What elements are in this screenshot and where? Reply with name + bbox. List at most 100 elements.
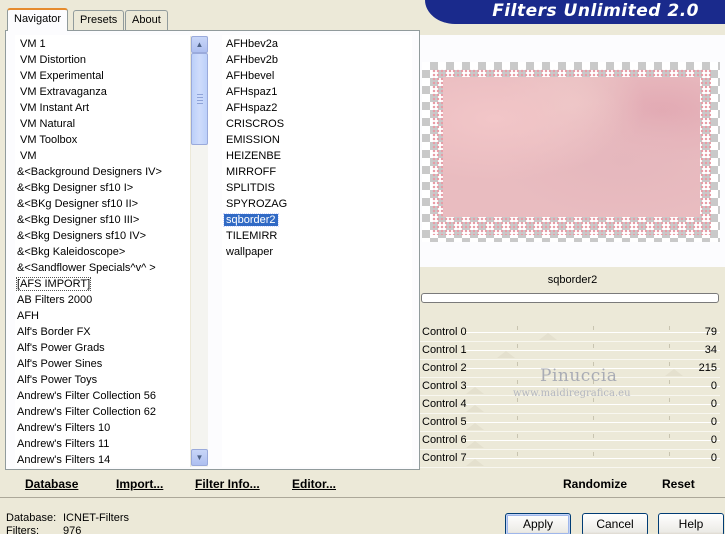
slider-tick bbox=[669, 434, 671, 438]
database-button[interactable]: Database bbox=[25, 477, 78, 491]
category-item[interactable]: Alf's Power Sines bbox=[15, 356, 190, 372]
control-slider-thumb[interactable] bbox=[466, 387, 484, 394]
category-item[interactable]: &<Bkg Designer sf10 I> bbox=[15, 180, 190, 196]
category-item[interactable]: Andrew's Filters 14 bbox=[15, 452, 190, 467]
category-item[interactable]: Andrew's Filter Collection 56 bbox=[15, 388, 190, 404]
filter-item[interactable]: HEIZENBE bbox=[222, 148, 412, 164]
category-item[interactable]: Andrew's Filters 10 bbox=[15, 420, 190, 436]
category-item-label: &<BKg Designer sf10 II> bbox=[17, 198, 139, 210]
randomize-button[interactable]: Randomize bbox=[563, 477, 627, 491]
control-value: 0 bbox=[710, 434, 717, 446]
category-item[interactable]: &<Bkg Designer sf10 III> bbox=[15, 212, 190, 228]
filter-item[interactable]: sqborder2 bbox=[222, 212, 412, 228]
control-slider-thumb[interactable] bbox=[466, 405, 484, 412]
category-item-label: Andrew's Filters 10 bbox=[17, 422, 111, 434]
category-item[interactable]: VM Experimental bbox=[15, 68, 190, 84]
category-item-label: AFH bbox=[17, 310, 39, 322]
filter-item-label: AFHbevel bbox=[226, 70, 275, 82]
category-item[interactable]: VM 1 bbox=[15, 36, 190, 52]
category-item[interactable]: VM bbox=[15, 148, 190, 164]
help-button[interactable]: Help bbox=[658, 513, 724, 534]
control-slider-thumb[interactable] bbox=[466, 441, 484, 448]
category-item[interactable]: Alf's Border FX bbox=[15, 324, 190, 340]
category-item[interactable]: VM Toolbox bbox=[15, 132, 190, 148]
filter-item[interactable]: SPLITDIS bbox=[222, 180, 412, 196]
control-slider-track[interactable] bbox=[466, 404, 720, 405]
control-value: 79 bbox=[704, 326, 717, 338]
filter-item[interactable]: AFHspaz1 bbox=[222, 84, 412, 100]
category-item[interactable]: Alf's Power Grads bbox=[15, 340, 190, 356]
apply-button[interactable]: Apply bbox=[505, 513, 571, 534]
filter-item[interactable]: CRISCROS bbox=[222, 116, 412, 132]
category-item[interactable]: VM Natural bbox=[15, 116, 190, 132]
category-item-label: VM Distortion bbox=[20, 54, 87, 66]
watermark-url: www.maidiregrafica.eu bbox=[513, 388, 631, 399]
category-item-label: &<Bkg Designer sf10 III> bbox=[17, 214, 140, 226]
category-item[interactable]: &<BKg Designer sf10 II> bbox=[15, 196, 190, 212]
cancel-button[interactable]: Cancel bbox=[582, 513, 648, 534]
category-item[interactable]: AB Filters 2000 bbox=[15, 292, 190, 308]
filter-item-label: EMISSION bbox=[226, 134, 280, 146]
category-item[interactable]: &<Bkg Kaleidoscope> bbox=[15, 244, 190, 260]
category-item[interactable]: &<Background Designers IV> bbox=[15, 164, 190, 180]
reset-button[interactable]: Reset bbox=[662, 477, 695, 491]
tab-presets[interactable]: Presets bbox=[73, 10, 125, 30]
scroll-down-button[interactable]: ▼ bbox=[191, 449, 208, 466]
filter-item[interactable]: AFHspaz2 bbox=[222, 100, 412, 116]
filter-item[interactable]: SPYROZAG bbox=[222, 196, 412, 212]
category-item-label: [AFS IMPORT] bbox=[15, 277, 92, 291]
category-item[interactable]: &<Bkg Designers sf10 IV> bbox=[15, 228, 190, 244]
category-item-label: Alf's Power Grads bbox=[17, 342, 105, 354]
filter-item[interactable]: AFHbevel bbox=[222, 68, 412, 84]
progress-bar bbox=[421, 293, 719, 303]
filter-item[interactable]: AFHbev2a bbox=[222, 36, 412, 52]
filter-name-bar: sqborder2 bbox=[420, 268, 725, 290]
category-item-label: VM Extravaganza bbox=[20, 86, 107, 98]
import-button[interactable]: Import... bbox=[116, 477, 163, 491]
slider-tick bbox=[669, 416, 671, 420]
category-item-label: &<Background Designers IV> bbox=[17, 166, 162, 178]
filter-item-label: AFHspaz2 bbox=[226, 102, 278, 114]
category-item-label: &<Sandflower Specials^v^ > bbox=[17, 262, 156, 274]
control-slider-track[interactable] bbox=[466, 440, 720, 441]
category-item-label: VM Toolbox bbox=[20, 134, 78, 146]
category-scrollbar[interactable]: ▲ ▼ bbox=[190, 36, 208, 467]
category-item[interactable]: VM Instant Art bbox=[15, 100, 190, 116]
slider-tick bbox=[593, 326, 594, 330]
slider-tick bbox=[593, 344, 594, 348]
tab-navigator[interactable]: Navigator bbox=[7, 8, 69, 31]
category-item[interactable]: VM Distortion bbox=[15, 52, 190, 68]
category-item[interactable]: AFH bbox=[15, 308, 190, 324]
category-item[interactable]: Andrew's Filters 11 bbox=[15, 436, 190, 452]
category-item[interactable]: VM Extravaganza bbox=[15, 84, 190, 100]
editor-button[interactable]: Editor... bbox=[292, 477, 336, 491]
control-slider-track[interactable] bbox=[466, 422, 720, 423]
filter-list[interactable]: AFHbev2a AFHbev2b AFHbevel AFHspaz1 AFHspaz2… bbox=[222, 35, 412, 467]
control-slider-thumb[interactable] bbox=[497, 351, 516, 358]
filter-info-button[interactable]: Filter Info... bbox=[195, 477, 260, 491]
category-item[interactable]: Alf's Power Toys bbox=[15, 372, 190, 388]
scroll-up-button[interactable]: ▲ bbox=[191, 36, 208, 53]
control-slider-thumb[interactable] bbox=[466, 423, 484, 430]
filter-item[interactable]: wallpaper bbox=[222, 244, 412, 260]
category-list[interactable]: VM 1 VM Distortion VM Experimental VM Extra… bbox=[15, 35, 190, 467]
filter-item[interactable]: AFHbev2b bbox=[222, 52, 412, 68]
control-slider-track[interactable] bbox=[466, 386, 720, 387]
control-slider-thumb[interactable] bbox=[664, 369, 683, 376]
filter-item[interactable]: TILEMIRR bbox=[222, 228, 412, 244]
control-slider-track[interactable] bbox=[466, 458, 720, 459]
tab-about[interactable]: About bbox=[125, 10, 168, 30]
scroll-thumb[interactable] bbox=[191, 53, 208, 145]
category-item[interactable]: &<Sandflower Specials^v^ > bbox=[15, 260, 190, 276]
category-item[interactable]: Andrew's Filter Collection 62 bbox=[15, 404, 190, 420]
slider-tick bbox=[669, 344, 671, 348]
filter-item[interactable]: EMISSION bbox=[222, 132, 412, 148]
control-slider-thumb[interactable] bbox=[539, 333, 558, 340]
control-slider-track[interactable] bbox=[466, 332, 720, 333]
filter-item[interactable]: MIRROFF bbox=[222, 164, 412, 180]
filter-item-label: MIRROFF bbox=[226, 166, 277, 178]
control-label: Control 0 bbox=[422, 326, 467, 338]
category-item-label: VM 1 bbox=[20, 38, 46, 50]
category-item[interactable]: [AFS IMPORT] bbox=[15, 276, 190, 292]
control-slider-thumb[interactable] bbox=[466, 459, 484, 466]
